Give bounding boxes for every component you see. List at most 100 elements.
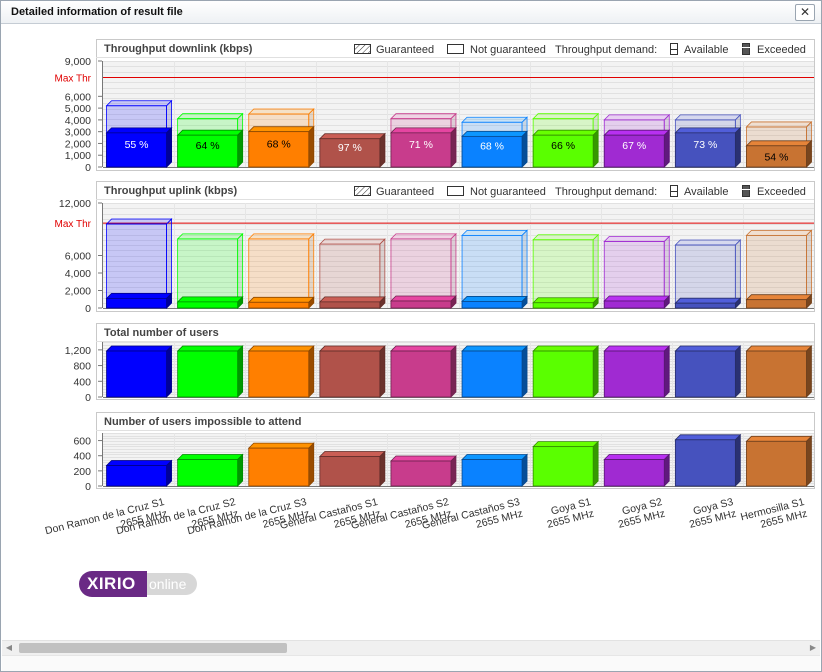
bar-front-face [532,350,594,398]
legend-exceeded-swatch [742,185,750,197]
bar-side-face [592,440,599,487]
bar-top-face [745,140,813,147]
bar-top-face [461,454,529,460]
bar-side-face [521,130,528,168]
bar [745,435,813,487]
bar-guaranteed [532,296,600,309]
bar-top-face [318,345,386,352]
horizontal-scrollbar[interactable]: ◀ ▶ [2,640,820,655]
y-tick-label: 6,000 [65,91,91,103]
chart-panel-3: Total number of users 0 400 800 1,200 [65,323,815,404]
scroll-right-icon[interactable]: ▶ [806,641,820,655]
bar-top-face [603,129,671,136]
bar-top-face [461,116,529,123]
bar-top-face [674,114,742,121]
bar [318,345,386,398]
scroll-left-icon[interactable]: ◀ [2,641,16,655]
bar-top-face [318,133,386,140]
title-bar: Detailed information of result file ✕ [1,1,821,24]
result-window: Detailed information of result file ✕ Th… [0,0,822,672]
bar-data-label: 55 % [125,139,149,151]
y-tick-label: 4,000 [65,268,91,280]
y-tick-label: 600 [73,436,91,448]
bar-guaranteed [461,295,529,309]
y-tick-label: 1,000 [65,150,91,162]
bar-top-face [247,108,315,115]
bar-front-face [674,439,736,487]
bar-top-face [745,121,813,128]
chart-title: Throughput downlink (kbps) [104,43,253,55]
bar-top-face [318,296,386,303]
bar [247,345,315,398]
y-tick-label: 1,200 [65,345,91,357]
scrollbar-thumb[interactable] [19,643,287,653]
bar-front-face [177,301,239,309]
charts-area: Throughput downlink (kbps) Guaranteed Not … [1,24,821,639]
y-tick-label: 4,000 [65,115,91,127]
bar-top-face [603,236,671,242]
bar-front-face [177,350,239,398]
bar-top-face [603,114,671,121]
bar-top-face [105,127,173,134]
bar-data-label: 67 % [622,140,646,152]
bar-front-face [390,300,452,309]
bar-front-face [674,350,736,398]
bar-front-face [248,447,310,487]
chart-title: Total number of users [104,327,219,339]
y-tick-label: 6,000 [65,251,91,263]
bar-front-face [746,440,807,487]
bar-top-face [318,238,386,245]
bar [461,453,529,487]
legend-exceeded: Exceeded [757,44,806,56]
x-tick-label: Goya S32655 MHz [685,496,737,531]
bar [105,459,173,487]
y-tick-label: 12,000 [59,198,91,210]
bar-side-face [734,345,741,398]
legend-demand: Throughput demand: [555,44,657,56]
bar-top-face [674,127,742,134]
bar-top-face [461,229,529,236]
bar-guaranteed [318,295,386,309]
bar-front-face [177,459,239,487]
bar-side-face [237,129,244,168]
y-tick-label: 0 [85,162,91,174]
y-tick-label: 0 [85,392,91,404]
chart-panel-1: Throughput downlink (kbps) Guaranteed Not … [55,39,815,174]
chart-panel-4: Number of users impossible to attend 0 200… [73,412,815,493]
bar-front-face [461,350,523,398]
bar-top-face [674,345,742,352]
bar-top-face [176,113,244,120]
bar-side-face [734,433,741,487]
bar-guaranteed [176,295,244,309]
window-title: Detailed information of result file [11,6,183,18]
bar [603,453,671,487]
bar [461,345,529,398]
bar-top-face [674,239,742,246]
bar-top-face [247,296,315,303]
bar-top-face [105,218,173,225]
bar-side-face [663,129,670,168]
bar-side-face [379,345,386,398]
bar [105,345,173,398]
legend-guaranteed-swatch [354,44,371,54]
bar-side-face [450,345,457,398]
bar-front-face [106,350,167,398]
bar-top-face [247,126,315,133]
legend-not-guaranteed-swatch [447,44,464,54]
chart-panel-2: Throughput uplink (kbps) Guaranteed Not gu… [55,181,815,315]
legend-guaranteed: Guaranteed [376,186,434,198]
close-button[interactable]: ✕ [795,4,815,21]
bar-front-face [319,456,381,487]
charts-svg: Throughput downlink (kbps) Guaranteed Not … [44,39,815,537]
bar-guaranteed [389,295,457,309]
bar-top-face [105,292,173,299]
bar-side-face [521,345,528,398]
bar-top-face [389,233,457,240]
bar [532,345,600,398]
bar-front-face [248,350,310,398]
legend-demand: Throughput demand: [555,186,657,198]
bar [247,442,315,487]
bar [674,345,742,398]
bar [389,345,457,398]
bar-top-face [389,295,457,302]
